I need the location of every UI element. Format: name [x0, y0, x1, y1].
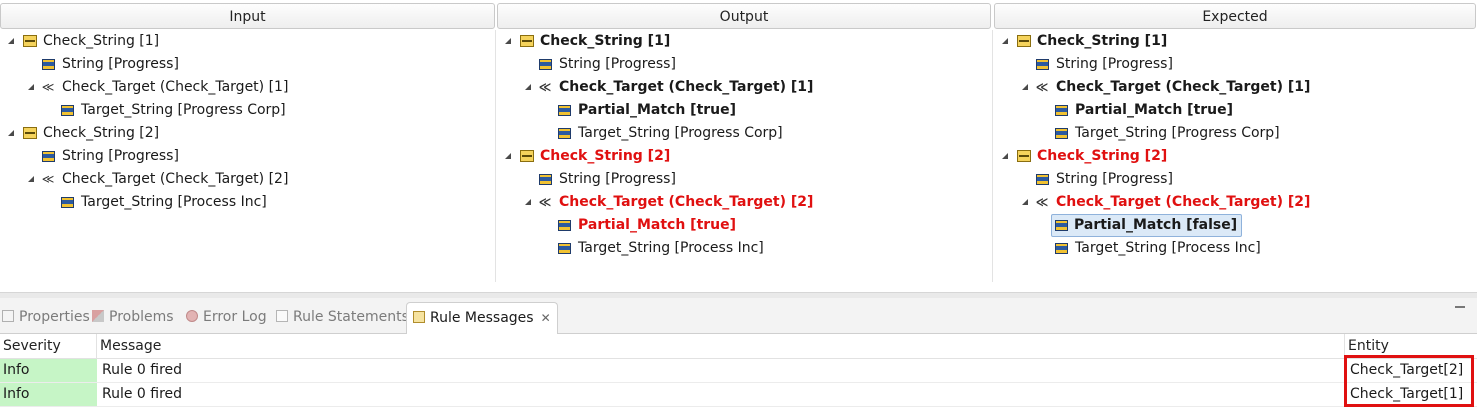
expand-icon[interactable] [525, 199, 531, 205]
severity-cell: Info [0, 359, 97, 382]
expand-icon[interactable] [1002, 38, 1008, 44]
reference-icon: ≪ [1035, 195, 1049, 209]
expected-panel: Expected Check_String [1] String [Progre… [994, 0, 1476, 292]
error-log-icon [186, 310, 198, 322]
field-icon [558, 105, 571, 116]
message-cell: Rule 0 fired [102, 362, 183, 378]
input-panel-header[interactable]: Input [0, 3, 495, 29]
reference-icon: ≪ [1035, 80, 1049, 94]
expand-icon[interactable] [505, 38, 511, 44]
entity-highlight-box [1344, 355, 1474, 407]
properties-icon [2, 310, 14, 322]
expand-icon[interactable] [28, 176, 34, 182]
field-icon [539, 59, 552, 70]
field-icon [1055, 220, 1068, 231]
envelope-icon [413, 311, 425, 323]
field-icon [539, 174, 552, 185]
rule-statements-icon [276, 310, 288, 322]
expand-icon[interactable] [1002, 153, 1008, 159]
field-icon [1055, 105, 1068, 116]
field-icon [42, 59, 55, 70]
field-icon [42, 151, 55, 162]
tab-rule-messages[interactable]: Rule Messages ✕ [406, 302, 558, 334]
minimize-icon[interactable] [1455, 306, 1465, 308]
table-header: Severity Message Entity [0, 334, 1477, 359]
severity-cell: Info [0, 383, 97, 406]
column-header-message[interactable]: Message [97, 334, 1345, 358]
table-row[interactable]: Info Rule 0 fired Check_Target[1] [0, 383, 1477, 407]
table-row[interactable]: Info Rule 0 fired Check_Target[2] [0, 359, 1477, 383]
expand-icon[interactable] [1022, 199, 1028, 205]
field-icon [1055, 128, 1068, 139]
field-icon [1036, 59, 1049, 70]
column-header-severity[interactable]: Severity [0, 334, 97, 358]
bottom-view-tabbar: Properties Problems Error Log Rule State… [0, 298, 1477, 334]
tab-error-log[interactable]: Error Log [186, 302, 267, 334]
expand-icon[interactable] [28, 84, 34, 90]
entity-icon [23, 35, 37, 47]
input-panel: Input Check_String [1] String [Progress]… [0, 0, 495, 292]
message-cell: Rule 0 fired [102, 386, 183, 402]
expand-icon[interactable] [1022, 84, 1028, 90]
expand-icon[interactable] [8, 38, 14, 44]
field-icon [1036, 174, 1049, 185]
expand-icon[interactable] [8, 130, 14, 136]
tab-properties[interactable]: Properties [2, 302, 90, 334]
expand-icon[interactable] [525, 84, 531, 90]
panel-divider[interactable] [992, 30, 993, 282]
reference-icon: ≪ [538, 195, 552, 209]
field-icon [558, 220, 571, 231]
field-icon [61, 105, 74, 116]
field-icon [558, 128, 571, 139]
reference-icon: ≪ [538, 80, 552, 94]
entity-icon [520, 35, 534, 47]
panel-divider[interactable] [495, 30, 496, 282]
tab-rule-statements[interactable]: Rule Statements [276, 302, 409, 334]
expand-icon[interactable] [505, 153, 511, 159]
tab-problems[interactable]: Problems [92, 302, 174, 334]
selection-highlight[interactable]: Partial_Match [false] [1051, 214, 1243, 237]
test-results-panels: Input Check_String [1] String [Progress]… [0, 0, 1477, 292]
problems-icon [92, 310, 104, 322]
field-icon [558, 243, 571, 254]
expected-panel-header[interactable]: Expected [994, 3, 1476, 29]
output-panel-header[interactable]: Output [497, 3, 991, 29]
reference-icon: ≪ [41, 172, 55, 186]
field-icon [1055, 243, 1068, 254]
entity-icon [1017, 35, 1031, 47]
entity-icon [520, 150, 534, 162]
entity-icon [23, 127, 37, 139]
field-icon [61, 197, 74, 208]
entity-icon [1017, 150, 1031, 162]
reference-icon: ≪ [41, 80, 55, 94]
output-panel: Output Check_String [1] String [Progress… [497, 0, 991, 292]
close-icon[interactable]: ✕ [541, 303, 551, 333]
